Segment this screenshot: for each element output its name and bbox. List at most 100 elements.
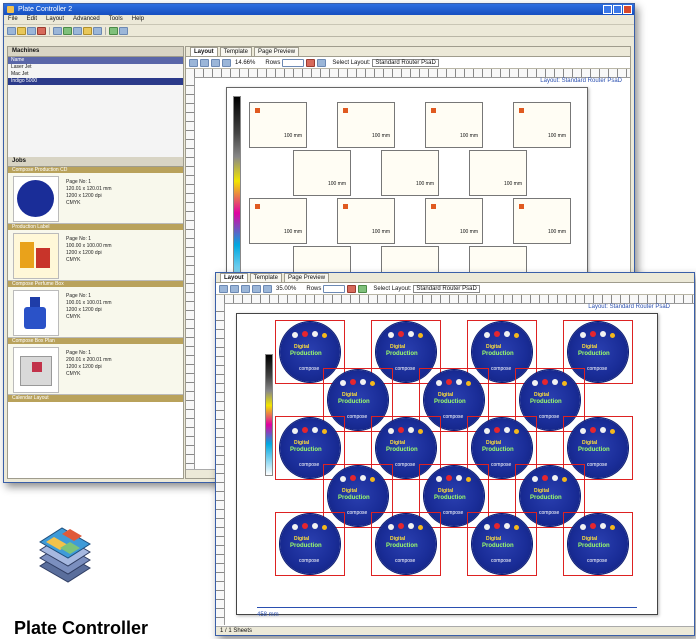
- maximize-button[interactable]: [613, 5, 622, 14]
- fit-page-icon[interactable]: [252, 284, 261, 293]
- menu-edit[interactable]: Edit: [27, 15, 37, 24]
- disc-sub: Digital: [486, 440, 502, 446]
- pointer-icon[interactable]: [219, 284, 228, 293]
- color-bar: [233, 96, 241, 298]
- job-color: CMYK: [66, 257, 81, 263]
- open-folder-icon[interactable]: [17, 26, 26, 35]
- layout-name-label: Layout: Standard Router PsaD: [540, 78, 622, 84]
- job-thumbnail-cd: [13, 176, 59, 222]
- jobs-panel-header: Jobs: [8, 157, 183, 167]
- cell-measure: 100 mm: [459, 229, 478, 235]
- disc-sub: Digital: [390, 536, 406, 542]
- flip-icon[interactable]: [358, 284, 368, 293]
- product-name: Plate Controller: [14, 618, 149, 638]
- disc-brand: compose: [299, 558, 320, 564]
- select-layout-dropdown[interactable]: Standard Router PsaD: [413, 284, 480, 293]
- zoom-out-icon[interactable]: [241, 284, 250, 293]
- menu-help[interactable]: Help: [132, 15, 144, 24]
- delete-icon[interactable]: [37, 26, 46, 35]
- tab-template[interactable]: Template: [219, 47, 253, 56]
- cell-marker: [343, 204, 348, 209]
- job-page: Page No: 1: [66, 350, 92, 356]
- layout-cell[interactable]: 100 mm: [425, 102, 483, 148]
- rows-stepper[interactable]: [323, 284, 346, 293]
- menu-tools[interactable]: Tools: [109, 15, 123, 24]
- job-card[interactable]: Compose Box Plan Page No: 1 200.01 x 200…: [8, 338, 183, 395]
- zoom-in-icon[interactable]: [230, 284, 239, 293]
- zoom-out-icon[interactable]: [211, 58, 220, 67]
- print-icon[interactable]: [73, 26, 82, 35]
- zoom-level[interactable]: 35.00%: [276, 286, 296, 292]
- disc-sub: Digital: [390, 344, 406, 350]
- tab-page-preview[interactable]: Page Preview: [284, 273, 330, 282]
- cell-measure: 100 mm: [459, 133, 478, 139]
- menu-layout[interactable]: Layout: [46, 15, 64, 24]
- zoom-in-icon[interactable]: [200, 58, 209, 67]
- plate-icon[interactable]: [119, 26, 128, 35]
- menu-file[interactable]: File: [8, 15, 18, 24]
- new-icon[interactable]: [7, 26, 16, 35]
- layout-tabs: Layout Template Page Preview: [186, 47, 630, 57]
- disc-brand: compose: [347, 414, 368, 420]
- save-icon[interactable]: [27, 26, 36, 35]
- export-icon[interactable]: [63, 26, 72, 35]
- window-controls: [603, 5, 632, 14]
- job-card[interactable]: Production Label Page No: 1 100.00 x 100…: [8, 224, 183, 281]
- disc-brand: compose: [587, 462, 608, 468]
- disc-sub: Digital: [294, 536, 310, 542]
- menu-bar: File Edit Layout Advanced Tools Help: [4, 15, 634, 25]
- machine-item[interactable]: Mac Jet: [8, 71, 183, 78]
- import-icon[interactable]: [53, 26, 62, 35]
- layout-cell[interactable]: 100 mm: [249, 102, 307, 148]
- zoom-level[interactable]: 14.66%: [235, 60, 255, 66]
- cell-measure: 100 mm: [327, 181, 346, 187]
- status-bar: 1 / 1 Sheets: [216, 626, 694, 635]
- layout-cell[interactable]: 100 mm: [513, 198, 571, 244]
- disc-product: Production: [290, 447, 322, 453]
- cd-cell[interactable]: Digital Production compose: [371, 512, 441, 576]
- menu-advanced[interactable]: Advanced: [73, 15, 100, 24]
- vertical-ruler: [216, 303, 225, 625]
- minimize-button[interactable]: [603, 5, 612, 14]
- tab-layout[interactable]: Layout: [190, 47, 218, 56]
- layout-cell[interactable]: 100 mm: [249, 198, 307, 244]
- cd-cell[interactable]: Digital Production compose: [467, 512, 537, 576]
- close-button[interactable]: [623, 5, 632, 14]
- machines-column-header[interactable]: Name: [8, 57, 183, 64]
- tab-layout[interactable]: Layout: [220, 273, 248, 282]
- disc-brand: compose: [539, 510, 560, 516]
- machine-item[interactable]: Laser Jet: [8, 64, 183, 71]
- page-icon[interactable]: [263, 284, 272, 293]
- job-card[interactable]: Compose Production CD Page No: 1 120.01 …: [8, 167, 183, 224]
- tab-template[interactable]: Template: [249, 273, 283, 282]
- job-card[interactable]: Compose Perfume Box Page No: 1 100.01 x …: [8, 281, 183, 338]
- layout-cell[interactable]: 100 mm: [513, 102, 571, 148]
- layout-cell[interactable]: 100 mm: [337, 102, 395, 148]
- preview-icon[interactable]: [93, 26, 102, 35]
- layout-cell[interactable]: 100 mm: [425, 198, 483, 244]
- rows-stepper[interactable]: [282, 58, 305, 67]
- cd-cell[interactable]: Digital Production compose: [563, 512, 633, 576]
- job-page: Page No: 1: [66, 293, 92, 299]
- fit-page-icon[interactable]: [222, 58, 231, 67]
- pointer-icon[interactable]: [189, 58, 198, 67]
- flip-icon[interactable]: [317, 58, 327, 67]
- color-icon[interactable]: [347, 284, 357, 293]
- layout-cell[interactable]: 100 mm: [381, 150, 439, 196]
- settings-icon[interactable]: [83, 26, 92, 35]
- select-layout-dropdown[interactable]: Standard Router PsaD: [372, 58, 439, 67]
- color-icon[interactable]: [306, 58, 316, 67]
- cd-cell[interactable]: Digital Production compose: [275, 512, 345, 576]
- sheet-status: 1 / 1 Sheets: [220, 628, 253, 634]
- output-icon[interactable]: [109, 26, 118, 35]
- layout-cell[interactable]: 100 mm: [293, 150, 351, 196]
- layout-cell[interactable]: 100 mm: [337, 198, 395, 244]
- tab-page-preview[interactable]: Page Preview: [254, 47, 300, 56]
- jobs-footer[interactable]: Calendar Layout: [8, 395, 183, 402]
- title-bar[interactable]: Plate Controller 2: [4, 4, 634, 15]
- machine-item-selected[interactable]: Indigo 5000: [8, 78, 183, 85]
- disc-product: Production: [530, 495, 562, 501]
- disc-brand: compose: [491, 558, 512, 564]
- layout-cell[interactable]: 100 mm: [469, 150, 527, 196]
- disc-brand: compose: [587, 366, 608, 372]
